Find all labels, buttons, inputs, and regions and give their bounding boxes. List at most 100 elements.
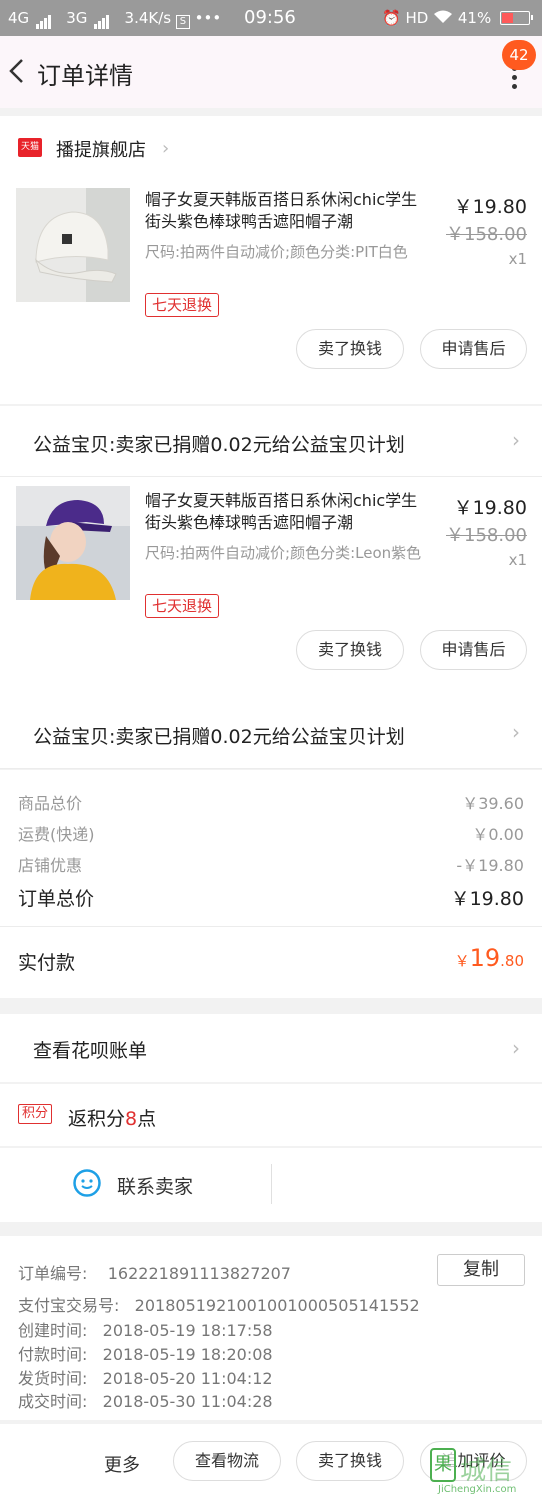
original-price: ￥158.00 — [446, 525, 527, 546]
amount-paid-row: 实付款 ￥19.80 — [18, 944, 524, 975]
seven-day-return-tag: 七天退换 — [145, 594, 220, 618]
signal-icon — [94, 11, 110, 29]
chevron-right-icon: › — [512, 720, 520, 744]
charity-row[interactable]: 公益宝贝:卖家已捐赠0.02元给公益宝贝计划 › — [0, 406, 542, 476]
charity-text: 公益宝贝:卖家已捐赠0.02元给公益宝贝计划 — [33, 434, 405, 456]
huabei-bill-label: 查看花呗账单 — [33, 1040, 148, 1062]
page-title: 订单详情 — [37, 62, 133, 90]
resell-button[interactable]: 卖了换钱 — [296, 630, 404, 670]
goods-total-row: 商品总价 ￥39.60 — [18, 790, 524, 814]
network-4g-label: 4G — [8, 9, 30, 27]
price-summary: 商品总价 ￥39.60 运费(快递) ￥0.00 店铺优惠 -￥19.80 订单… — [0, 770, 542, 998]
points-tag: 积分 — [18, 1104, 53, 1124]
signal-icon — [35, 11, 52, 29]
completed-time-value: 2018-05-30 11:04:28 — [102, 1392, 273, 1411]
more-button[interactable]: 更多 — [104, 1451, 140, 1477]
hd-label: HD — [405, 9, 429, 27]
order-number-row: 订单编号: 162221891113827207 — [18, 1260, 291, 1284]
view-logistics-button[interactable]: 查看物流 — [173, 1441, 281, 1481]
original-price: ￥158.00 — [446, 224, 527, 245]
shop-discount-value: -￥19.80 — [456, 856, 524, 875]
overflow-dots-icon: ••• — [194, 9, 222, 27]
chevron-right-icon: › — [512, 1036, 520, 1060]
message-badge: 42 — [502, 40, 536, 70]
created-time-value: 2018-05-19 18:17:58 — [102, 1321, 273, 1340]
watermark-logo: 果 — [430, 1448, 456, 1482]
battery-icon — [500, 11, 533, 25]
chevron-right-icon: › — [162, 138, 170, 159]
created-time-row: 创建时间: 2018-05-19 18:17:58 — [18, 1317, 273, 1341]
shipped-time-value: 2018-05-20 11:04:12 — [102, 1369, 273, 1388]
chat-smile-icon[interactable] — [72, 1168, 102, 1198]
huabei-bill-row[interactable]: 查看花呗账单 › — [0, 1014, 542, 1082]
product-title[interactable]: 帽子女夏天韩版百搭日系休闲chic学生街头紫色棒球鸭舌遮阳帽子潮 — [145, 189, 427, 233]
points-row: 积分 返积分8点 — [0, 1084, 542, 1146]
completed-time-label: 成交时间: — [18, 1392, 88, 1411]
order-number-label: 订单编号: — [18, 1264, 88, 1283]
watermark-text: 城信 — [460, 1456, 513, 1486]
watermark-url: JiChengXin.com — [438, 1484, 517, 1495]
net-speed: 3.4K/s — [124, 9, 172, 27]
contact-row: 联系卖家 — [0, 1148, 542, 1222]
after-sale-button[interactable]: 申请售后 — [420, 329, 527, 369]
product-price: ￥19.80 — [453, 497, 527, 519]
product-price: ￥19.80 — [453, 196, 527, 218]
shipped-time-label: 发货时间: — [18, 1369, 88, 1388]
shop-name[interactable]: 播提旗舰店 — [56, 136, 146, 162]
status-bar: 4G 3G 3.4K/s S ••• 09:56 ⏰ HD 41% — [0, 0, 542, 36]
battery-percent: 41% — [457, 9, 492, 27]
alarm-icon: ⏰ — [382, 9, 401, 27]
product-image[interactable] — [16, 486, 130, 600]
amount-paid-value: ￥19.80 — [454, 944, 524, 972]
order-total-value: ￥19.80 — [450, 888, 524, 910]
battery-fill — [502, 13, 514, 23]
network-3g-label: 3G — [66, 9, 88, 27]
order-number-value: 162221891113827207 — [107, 1264, 291, 1283]
goods-total-label: 商品总价 — [18, 794, 83, 813]
shipping-value: ￥0.00 — [472, 825, 524, 844]
points-text: 返积分8点 — [68, 1108, 157, 1130]
order-item[interactable]: 帽子女夏天韩版百搭日系休闲chic学生街头紫色棒球鸭舌遮阳帽子潮 尺码:拍两件自… — [0, 176, 542, 404]
resell-button[interactable]: 卖了换钱 — [296, 329, 404, 369]
after-sale-button[interactable]: 申请售后 — [420, 630, 527, 670]
product-title[interactable]: 帽子女夏天韩版百搭日系休闲chic学生街头紫色棒球鸭舌遮阳帽子潮 — [145, 490, 427, 534]
site-watermark: 果 城信 JiChengXin.com — [424, 1448, 542, 1500]
status-left: 4G 3G 3.4K/s S ••• — [8, 9, 221, 29]
shop-row[interactable]: 天猫 播提旗舰店 › — [0, 116, 542, 176]
quantity: x1 — [508, 250, 527, 268]
paid-time-value: 2018-05-19 18:20:08 — [102, 1345, 273, 1364]
order-item[interactable]: 帽子女夏天韩版百搭日系休闲chic学生街头紫色棒球鸭舌遮阳帽子潮 尺码:拍两件自… — [0, 477, 542, 705]
shipping-label: 运费(快递) — [18, 825, 95, 844]
status-right: ⏰ HD 41% — [382, 9, 533, 27]
divider — [0, 768, 542, 769]
completed-time-row: 成交时间: 2018-05-30 11:04:28 — [18, 1388, 273, 1412]
alipay-no-row: 支付宝交易号: 2018051921001001000505141552 — [18, 1292, 420, 1316]
alipay-no-value: 2018051921001001000505141552 — [134, 1296, 420, 1315]
shop-discount-row: 店铺优惠 -￥19.80 — [18, 852, 524, 876]
seven-day-return-tag: 七天退换 — [145, 293, 220, 317]
charity-row[interactable]: 公益宝贝:卖家已捐赠0.02元给公益宝贝计划 › — [0, 698, 542, 768]
s-icon: S — [175, 15, 190, 29]
wifi-icon — [433, 9, 458, 27]
alipay-no-label: 支付宝交易号: — [18, 1296, 120, 1315]
shop-discount-label: 店铺优惠 — [18, 856, 83, 875]
product-image[interactable] — [16, 188, 130, 302]
divider — [0, 926, 542, 927]
title-bar: 订单详情 42 — [0, 36, 542, 108]
charity-text: 公益宝贝:卖家已捐赠0.02元给公益宝贝计划 — [33, 726, 405, 748]
copy-button[interactable]: 复制 — [437, 1254, 525, 1286]
contact-seller-button[interactable]: 联系卖家 — [117, 1172, 193, 1199]
resell-button[interactable]: 卖了换钱 — [296, 1441, 404, 1481]
created-time-label: 创建时间: — [18, 1321, 88, 1340]
paid-time-row: 付款时间: 2018-05-19 18:20:08 — [18, 1341, 273, 1365]
back-arrow-icon[interactable] — [6, 56, 30, 86]
quantity: x1 — [508, 551, 527, 569]
paid-time-label: 付款时间: — [18, 1345, 88, 1364]
order-total-row: 订单总价 ￥19.80 — [18, 884, 524, 911]
vertical-divider — [271, 1164, 272, 1204]
chevron-right-icon: › — [512, 428, 520, 452]
goods-total-value: ￥39.60 — [462, 794, 524, 813]
product-sku: 尺码:拍两件自动减价;颜色分类:PIT白色 — [145, 243, 408, 261]
amount-paid-label: 实付款 — [18, 952, 76, 974]
shipping-row: 运费(快递) ￥0.00 — [18, 821, 524, 845]
